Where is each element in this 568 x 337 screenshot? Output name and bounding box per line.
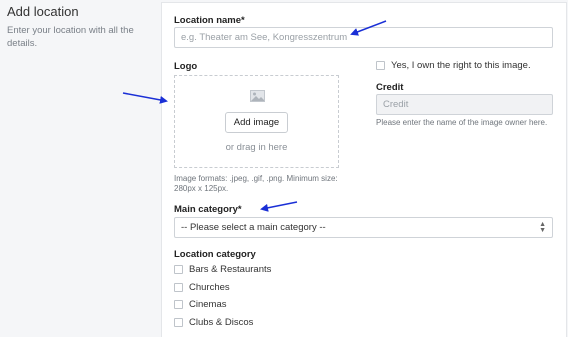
main-category-label: Main category* (174, 204, 242, 215)
credit-input[interactable]: Credit (376, 94, 553, 115)
location-name-placeholder: e.g. Theater am See, Kongresszentrum (181, 32, 348, 43)
image-formats-hint: Image formats: .jpeg, .gif, .png. Minimu… (174, 174, 338, 193)
updown-caret-icon: ▲ ▼ (539, 221, 546, 234)
sidebar-intro: Add location Enter your location with al… (7, 4, 155, 50)
credit-label: Credit (376, 82, 404, 93)
location-name-label: Location name* (174, 15, 245, 26)
page-description: Enter your location with all the details… (7, 25, 134, 49)
main-category-selected: -- Please select a main category -- (181, 222, 326, 233)
category-label-clubs: Clubs & Discos (189, 317, 254, 328)
category-checkbox-clubs[interactable] (174, 318, 183, 327)
category-label-cinemas: Cinemas (189, 299, 227, 310)
category-checkbox-churches[interactable] (174, 283, 183, 292)
credit-hint: Please enter the name of the image owner… (376, 118, 548, 127)
logo-label: Logo (174, 61, 198, 72)
image-placeholder-icon (250, 90, 265, 102)
add-image-button[interactable]: Add image (225, 112, 288, 133)
arrow-logo (122, 92, 168, 104)
credit-placeholder: Credit (383, 99, 409, 110)
logo-dropzone[interactable]: Add image or drag in here (174, 75, 339, 168)
page-title: Add location (7, 4, 79, 19)
rights-checkbox-label: Yes, I own the right to this image. (391, 60, 531, 71)
main-category-select[interactable]: -- Please select a main category -- ▲ ▼ (174, 217, 553, 238)
category-checkbox-cinemas[interactable] (174, 300, 183, 309)
rights-checkbox[interactable] (376, 61, 385, 70)
category-checkbox-bars[interactable] (174, 265, 183, 274)
category-label-bars: Bars & Restaurants (189, 264, 272, 275)
drag-hint: or drag in here (225, 142, 288, 153)
location-name-input[interactable]: e.g. Theater am See, Kongresszentrum (174, 27, 553, 48)
category-label-churches: Churches (189, 282, 230, 293)
location-category-label: Location category (174, 249, 256, 260)
location-form: Location name* e.g. Theater am See, Kong… (161, 2, 567, 337)
